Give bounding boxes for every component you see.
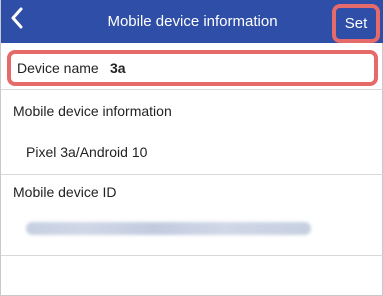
page-title: Mobile device information <box>107 13 278 30</box>
mobile-device-id-label: Mobile device ID <box>13 184 117 200</box>
set-button-highlight: Set <box>332 4 380 43</box>
divider <box>1 89 383 90</box>
set-button[interactable]: Set <box>336 8 376 39</box>
back-button[interactable] <box>7 7 27 33</box>
mobile-device-information-screen: Mobile device information Set Device nam… <box>0 0 383 296</box>
device-name-row: Device name 3a <box>7 50 378 86</box>
top-app-bar: Mobile device information Set <box>1 0 383 43</box>
mobile-device-info-label: Mobile device information <box>13 103 172 119</box>
mobile-device-id-text <box>26 222 311 235</box>
device-name-label: Device name <box>17 60 99 76</box>
divider <box>1 174 383 175</box>
mobile-device-id-value-blurred <box>26 222 311 235</box>
divider <box>1 255 383 256</box>
mobile-device-info-value: Pixel 3a/Android 10 <box>26 144 148 160</box>
device-name-input[interactable]: 3a <box>110 54 126 82</box>
chevron-left-icon <box>10 7 24 34</box>
